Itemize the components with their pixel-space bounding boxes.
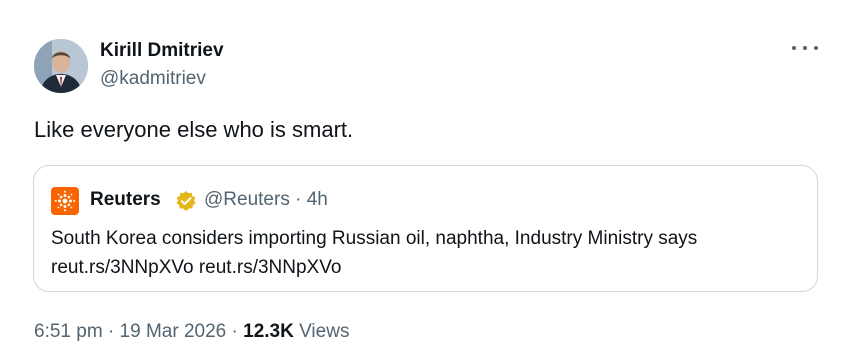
tweet-date[interactable]: 19 Mar 2026	[120, 321, 227, 342]
dot	[803, 46, 807, 50]
avatar[interactable]	[34, 39, 88, 93]
quoted-meta: @Reuters · 4h	[204, 189, 328, 211]
reuters-logo-icon	[51, 187, 79, 215]
tweet-time[interactable]: 6:51 pm	[34, 321, 103, 342]
author-handle[interactable]: @kadmitriev	[100, 68, 206, 90]
more-options-icon[interactable]	[792, 38, 818, 58]
views-label: Views	[293, 321, 350, 342]
verified-badge-icon	[175, 190, 197, 212]
footer-separator: ·	[226, 321, 244, 342]
footer-separator: ·	[102, 321, 120, 342]
views-count: 12.3K	[243, 321, 294, 342]
quoted-tweet-card[interactable]: Reuters @Reuters · 4h South Korea consid…	[33, 165, 818, 292]
dot	[792, 46, 796, 50]
meta-separator: ·	[289, 189, 307, 210]
quoted-author-handle[interactable]: @Reuters	[204, 189, 290, 210]
quoted-author-name[interactable]: Reuters	[90, 189, 161, 211]
dot	[814, 46, 818, 50]
tweet-text: Like everyone else who is smart.	[34, 117, 354, 142]
quoted-tweet-text: South Korea considers importing Russian …	[51, 224, 811, 282]
quoted-links[interactable]: reut.rs/3NNpXVo reut.rs/3NNpXVo	[51, 253, 811, 282]
quoted-headline: South Korea considers importing Russian …	[51, 228, 698, 249]
author-name[interactable]: Kirill Dmitriev	[100, 40, 224, 62]
tweet-footer: 6:51 pm · 19 Mar 2026 · 12.3K Views	[34, 321, 349, 343]
quoted-timestamp[interactable]: 4h	[307, 189, 328, 210]
